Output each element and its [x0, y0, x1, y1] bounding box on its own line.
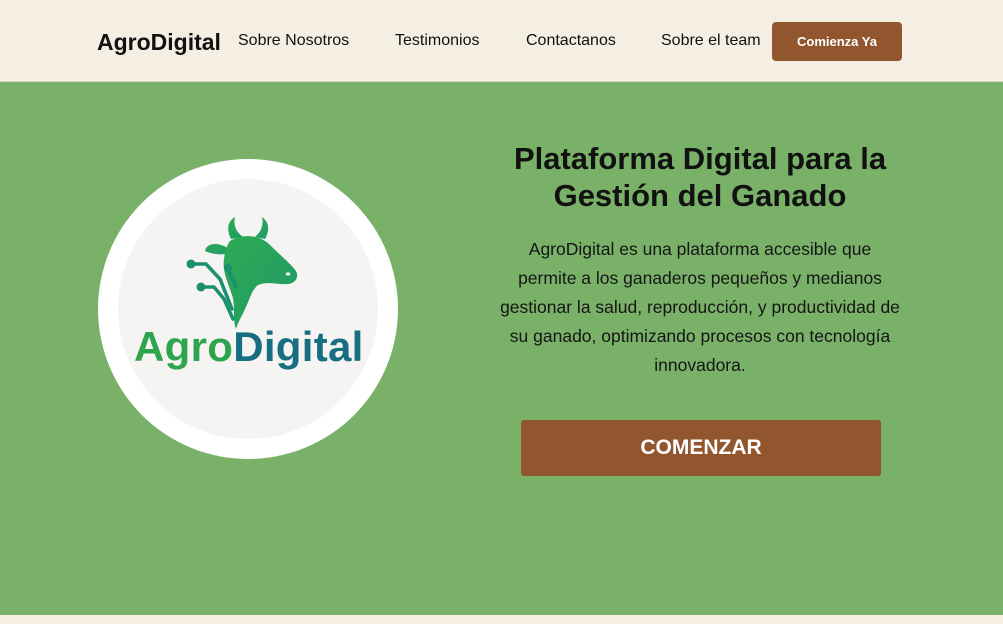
hero-logo: AgroDigital: [98, 159, 398, 459]
logo-word-agro: Agro: [134, 323, 234, 370]
hero-section: AgroDigital Plataforma Digital para la G…: [0, 82, 1003, 615]
hero-title: Plataforma Digital para la Gestión del G…: [513, 141, 887, 213]
logo-word-digital: Digital: [233, 323, 364, 370]
brand-logo-text[interactable]: AgroDigital: [97, 29, 221, 56]
comienza-ya-button[interactable]: Comienza Ya: [772, 22, 902, 61]
comenzar-button[interactable]: COMENZAR: [521, 420, 881, 476]
cow-circuit-icon: [186, 217, 298, 329]
nav-link-testimonios[interactable]: Testimonios: [395, 32, 479, 50]
nav-link-sobre-nosotros[interactable]: Sobre Nosotros: [238, 32, 349, 50]
hero-description: AgroDigital es una plataforma accesible …: [500, 239, 900, 375]
navbar: AgroDigital Sobre Nosotros Testimonios C…: [0, 0, 1003, 82]
logo-wordmark: AgroDigital: [134, 323, 374, 371]
nav-link-contactanos[interactable]: Contactanos: [526, 32, 616, 50]
logo-graphic: [186, 217, 298, 329]
nav-link-sobre-el-team[interactable]: Sobre el team: [661, 32, 761, 50]
